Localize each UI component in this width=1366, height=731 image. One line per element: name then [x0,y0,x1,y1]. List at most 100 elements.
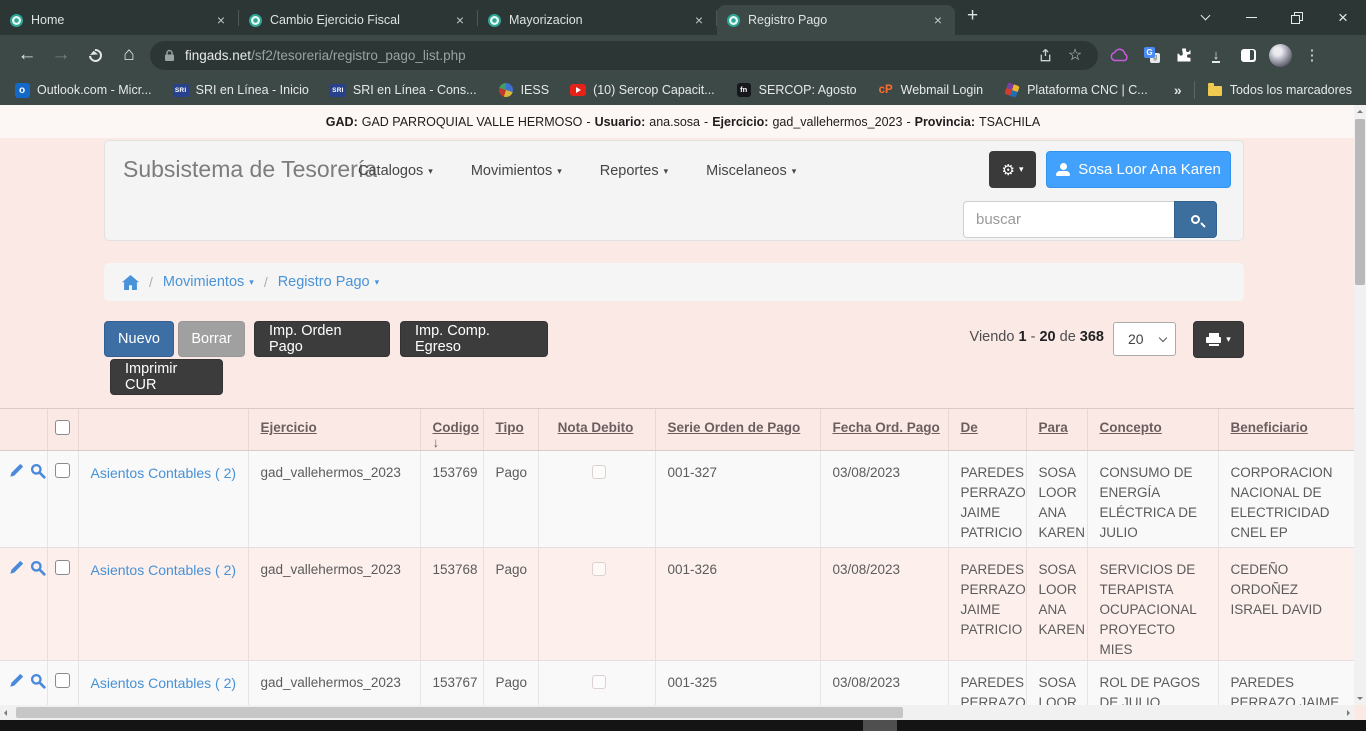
tab-close-icon[interactable]: × [451,11,469,29]
horizontal-scrollbar-thumb[interactable] [16,707,903,718]
asientos-contables-link[interactable]: Asientos Contables ( 2) [91,675,237,691]
header-de[interactable]: De [948,409,1026,451]
tab-close-icon[interactable]: × [690,11,708,29]
side-panel-icon[interactable] [1232,39,1264,71]
share-icon[interactable] [1030,41,1060,69]
header-beneficiario[interactable]: Beneficiario [1218,409,1354,451]
table-header-row: Ejercicio Codigo ↓ Tipo Nota Debito Seri… [0,409,1354,451]
scroll-right-arrow-icon[interactable] [1347,710,1350,716]
tab-registro-pago-active[interactable]: Registro Pago × [717,5,955,35]
downloads-icon[interactable]: ↓ [1200,39,1232,71]
browser-menu-icon[interactable]: ⋮ [1296,39,1328,71]
vertical-scrollbar-thumb[interactable] [1355,119,1365,285]
beneficiario-cell: CEDEÑO ORDOÑEZ ISRAEL DAVID [1218,548,1354,661]
row-select-cell [47,451,78,548]
home-icon[interactable] [122,275,139,290]
user-menu-button[interactable]: Sosa Loor Ana Karen [1046,151,1231,188]
tab-close-icon[interactable]: × [212,11,230,29]
row-checkbox[interactable] [55,463,70,478]
header-fecha-ord-pago[interactable]: Fecha Ord. Pago [820,409,948,451]
print-menu-button[interactable]: ▾ [1193,321,1244,358]
header-codigo-sorted[interactable]: Codigo ↓ [420,409,483,451]
usuario-label: Usuario: [595,115,646,129]
bookmark-iess[interactable]: IESS [498,82,550,98]
breadcrumb-movimientos[interactable]: Movimientos▾ [163,274,254,290]
view-magnifier-icon[interactable] [30,673,46,695]
url-path: /sf2/tesoreria/registro_pago_list.php [251,48,466,63]
nota-debito-checkbox-disabled [592,675,606,689]
header-tipo[interactable]: Tipo [483,409,538,451]
back-icon[interactable]: ← [10,38,44,72]
header-concepto[interactable]: Concepto [1087,409,1218,451]
row-checkbox[interactable] [55,560,70,575]
gad-label: GAD: [326,115,358,129]
home-icon[interactable]: ⌂ [112,38,146,72]
scroll-left-arrow-icon[interactable] [4,710,7,716]
bookmark-star-icon[interactable]: ☆ [1060,41,1090,69]
nav-catalogos[interactable]: Catalogos▾ [358,163,433,179]
select-all-checkbox[interactable] [55,420,70,435]
view-magnifier-icon[interactable] [30,463,46,485]
new-tab-button[interactable]: + [955,5,990,31]
bookmark-sri-consultas[interactable]: SRI SRI en Línea - Cons... [330,82,477,98]
header-para[interactable]: Para [1026,409,1087,451]
bookmark-webmail[interactable]: cP Webmail Login [878,82,983,98]
nuevo-button[interactable]: Nuevo [104,321,174,357]
profile-avatar[interactable] [1264,39,1296,71]
url-text: fingads.net/sf2/tesoreria/registro_pago_… [185,48,466,63]
scroll-up-arrow-icon[interactable] [1357,110,1363,113]
asientos-contables-link[interactable]: Asientos Contables ( 2) [91,465,237,481]
tab-cambio-ejercicio[interactable]: Cambio Ejercicio Fiscal × [239,5,477,35]
restore-window-icon[interactable] [1274,0,1320,35]
forward-icon[interactable]: → [44,38,78,72]
bookmark-plataforma-cnc[interactable]: Plataforma CNC | C... [1004,82,1148,98]
tab-search-icon[interactable] [1182,0,1228,35]
vertical-scrollbar[interactable] [1354,105,1366,705]
scroll-down-arrow-icon[interactable] [1357,697,1363,700]
record-range-status: Viendo 1 - 20 de 368 [970,329,1104,345]
nav-movimientos[interactable]: Movimientos▾ [471,163,562,179]
borrar-button[interactable]: Borrar [178,321,245,357]
nav-miscelaneos[interactable]: Miscelaneos▾ [706,163,796,179]
imprimir-cur-button[interactable]: Imprimir CUR [110,359,223,395]
all-bookmarks-button[interactable]: Todos los marcadores [1207,82,1352,98]
header-ejercicio[interactable]: Ejercicio [248,409,420,451]
page-size-select[interactable]: 20 [1113,322,1176,356]
tipo-cell: Pago [483,451,538,548]
cpanel-icon: cP [878,82,894,98]
close-window-icon[interactable]: × [1320,0,1366,35]
edit-pencil-icon[interactable] [9,673,24,694]
de-cell: PAREDES PERRAZO JAIME PATRICIO [948,451,1026,548]
address-bar[interactable]: fingads.net/sf2/tesoreria/registro_pago_… [150,41,1098,70]
search-button[interactable] [1174,201,1217,238]
bookmarks-overflow-icon[interactable]: » [1174,82,1182,98]
horizontal-scrollbar[interactable] [0,705,1354,720]
header-nota-debito[interactable]: Nota Debito [538,409,655,451]
row-checkbox[interactable] [55,673,70,688]
search-input[interactable] [963,201,1174,238]
edit-pencil-icon[interactable] [9,463,24,484]
reload-icon[interactable] [78,38,112,72]
asientos-contables-link[interactable]: Asientos Contables ( 2) [91,562,237,578]
edit-pencil-icon[interactable] [9,560,24,581]
imp-comp-egreso-button[interactable]: Imp. Comp. Egreso [400,321,548,357]
tab-mayorizacion[interactable]: Mayorizacion × [478,5,716,35]
page-title: Subsistema de Tesorería [123,156,377,183]
bookmark-sercop-capacitacion[interactable]: (10) Sercop Capacit... [570,82,715,98]
cloud-extension-icon[interactable] [1104,39,1136,71]
imp-orden-pago-button[interactable]: Imp. Orden Pago [254,321,390,357]
settings-gear-button[interactable]: ⚙ ▾ [989,151,1036,188]
view-magnifier-icon[interactable] [30,560,46,582]
breadcrumb-registro-pago[interactable]: Registro Pago▾ [278,274,379,290]
tab-home[interactable]: Home × [0,5,238,35]
extensions-puzzle-icon[interactable] [1168,39,1200,71]
translate-extension-icon[interactable]: gG [1136,39,1168,71]
nav-reportes[interactable]: Reportes▾ [600,163,668,179]
header-serie-orden-pago[interactable]: Serie Orden de Pago [655,409,820,451]
nota-debito-checkbox-disabled [592,465,606,479]
bookmark-sri-inicio[interactable]: SRI SRI en Línea - Inicio [173,82,309,98]
bookmark-outlook[interactable]: o Outlook.com - Micr... [14,82,152,98]
tab-close-icon[interactable]: × [929,11,947,29]
minimize-icon[interactable] [1228,0,1274,35]
bookmark-sercop-agosto[interactable]: fn SERCOP: Agosto [736,82,857,98]
